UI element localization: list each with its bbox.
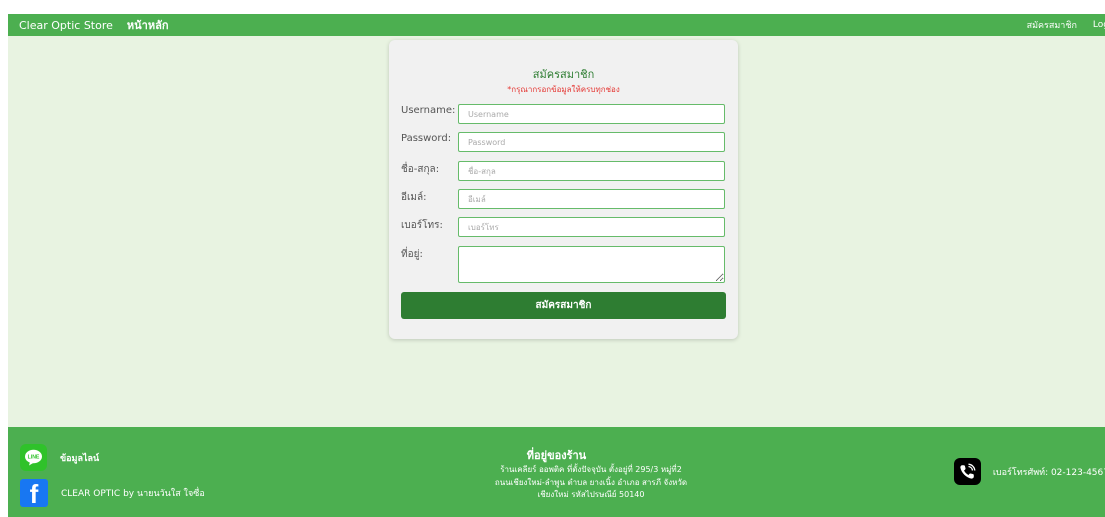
phone-number-label: เบอร์โทรศัพท์: 02-123-4567 bbox=[992, 467, 1105, 478]
store-address: ร้านเคลียร์ ออพติค ที่ตั้งปัจจุบัน ตั้งอ… bbox=[466, 464, 716, 502]
email-row: อีเมล์: bbox=[401, 189, 726, 209]
phone-label: เบอร์โทร: bbox=[401, 220, 443, 231]
address-heading: ที่อยู่ของร้าน bbox=[526, 449, 587, 462]
facebook-icon[interactable]: f bbox=[20, 479, 48, 507]
phone-row: เบอร์โทร: bbox=[401, 217, 726, 237]
username-row: Username: bbox=[401, 104, 726, 124]
fullname-input[interactable] bbox=[458, 161, 725, 181]
nav-register-link[interactable]: สมัครสมาชิก bbox=[1027, 18, 1077, 32]
address-label: ที่อยู่: bbox=[401, 249, 423, 260]
top-navbar: Clear Optic Store หน้าหลัก สมัครสมาชิก L… bbox=[8, 14, 1105, 36]
footer: LINE ข้อมูลไลน์ f CLEAR OPTIC by นายนวัน… bbox=[8, 427, 1105, 517]
nav-home-link[interactable]: หน้าหลัก bbox=[127, 16, 169, 34]
password-input[interactable] bbox=[458, 132, 725, 152]
page: Clear Optic Store หน้าหลัก สมัครสมาชิก L… bbox=[8, 14, 1105, 517]
address-line: ร้านเคลียร์ ออพติค ที่ตั้งปัจจุบัน ตั้งอ… bbox=[500, 465, 682, 474]
address-line: ถนนเชียงใหม่-ลำพูน ตำบล ยางเนิ้ง อำเภอ ส… bbox=[494, 477, 688, 487]
phone-input[interactable] bbox=[458, 217, 725, 237]
form-required-note: *กรุณากรอกข้อมูลให้ครบทุกช่อง bbox=[507, 85, 620, 94]
phone-icon[interactable] bbox=[953, 458, 981, 485]
form-title: สมัครสมาชิก bbox=[532, 68, 595, 81]
password-row: Password: bbox=[401, 132, 726, 152]
email-input[interactable] bbox=[458, 189, 725, 209]
navbar-right: สมัครสมาชิก Log bbox=[1027, 18, 1105, 32]
brand-link[interactable]: Clear Optic Store bbox=[19, 19, 113, 32]
username-label: Username: bbox=[401, 105, 456, 116]
facebook-contact[interactable]: f CLEAR OPTIC by นายนวันใส ใจซื่อ bbox=[20, 479, 205, 507]
facebook-label: CLEAR OPTIC by นายนวันใส ใจซื่อ bbox=[61, 489, 205, 499]
password-label: Password: bbox=[401, 133, 452, 144]
fullname-row: ชื่อ-สกุล: bbox=[401, 161, 726, 181]
address-line: เชียงใหม่ รหัสไปรษณีย์ 50140 bbox=[537, 490, 645, 499]
address-row: ที่อยู่: bbox=[401, 246, 726, 283]
nav-login-link[interactable]: Log bbox=[1093, 20, 1105, 30]
email-label: อีเมล์: bbox=[401, 192, 427, 203]
username-input[interactable] bbox=[458, 104, 725, 124]
register-submit-button[interactable]: สมัครสมาชิก bbox=[401, 292, 726, 319]
fullname-label: ชื่อ-สกุล: bbox=[401, 164, 440, 175]
address-textarea[interactable] bbox=[458, 246, 725, 283]
register-form-card: สมัครสมาชิก *กรุณากรอกข้อมูลให้ครบทุกช่อ… bbox=[389, 40, 738, 339]
phone-contact[interactable]: เบอร์โทรศัพท์: 02-123-4567 bbox=[953, 458, 1105, 485]
